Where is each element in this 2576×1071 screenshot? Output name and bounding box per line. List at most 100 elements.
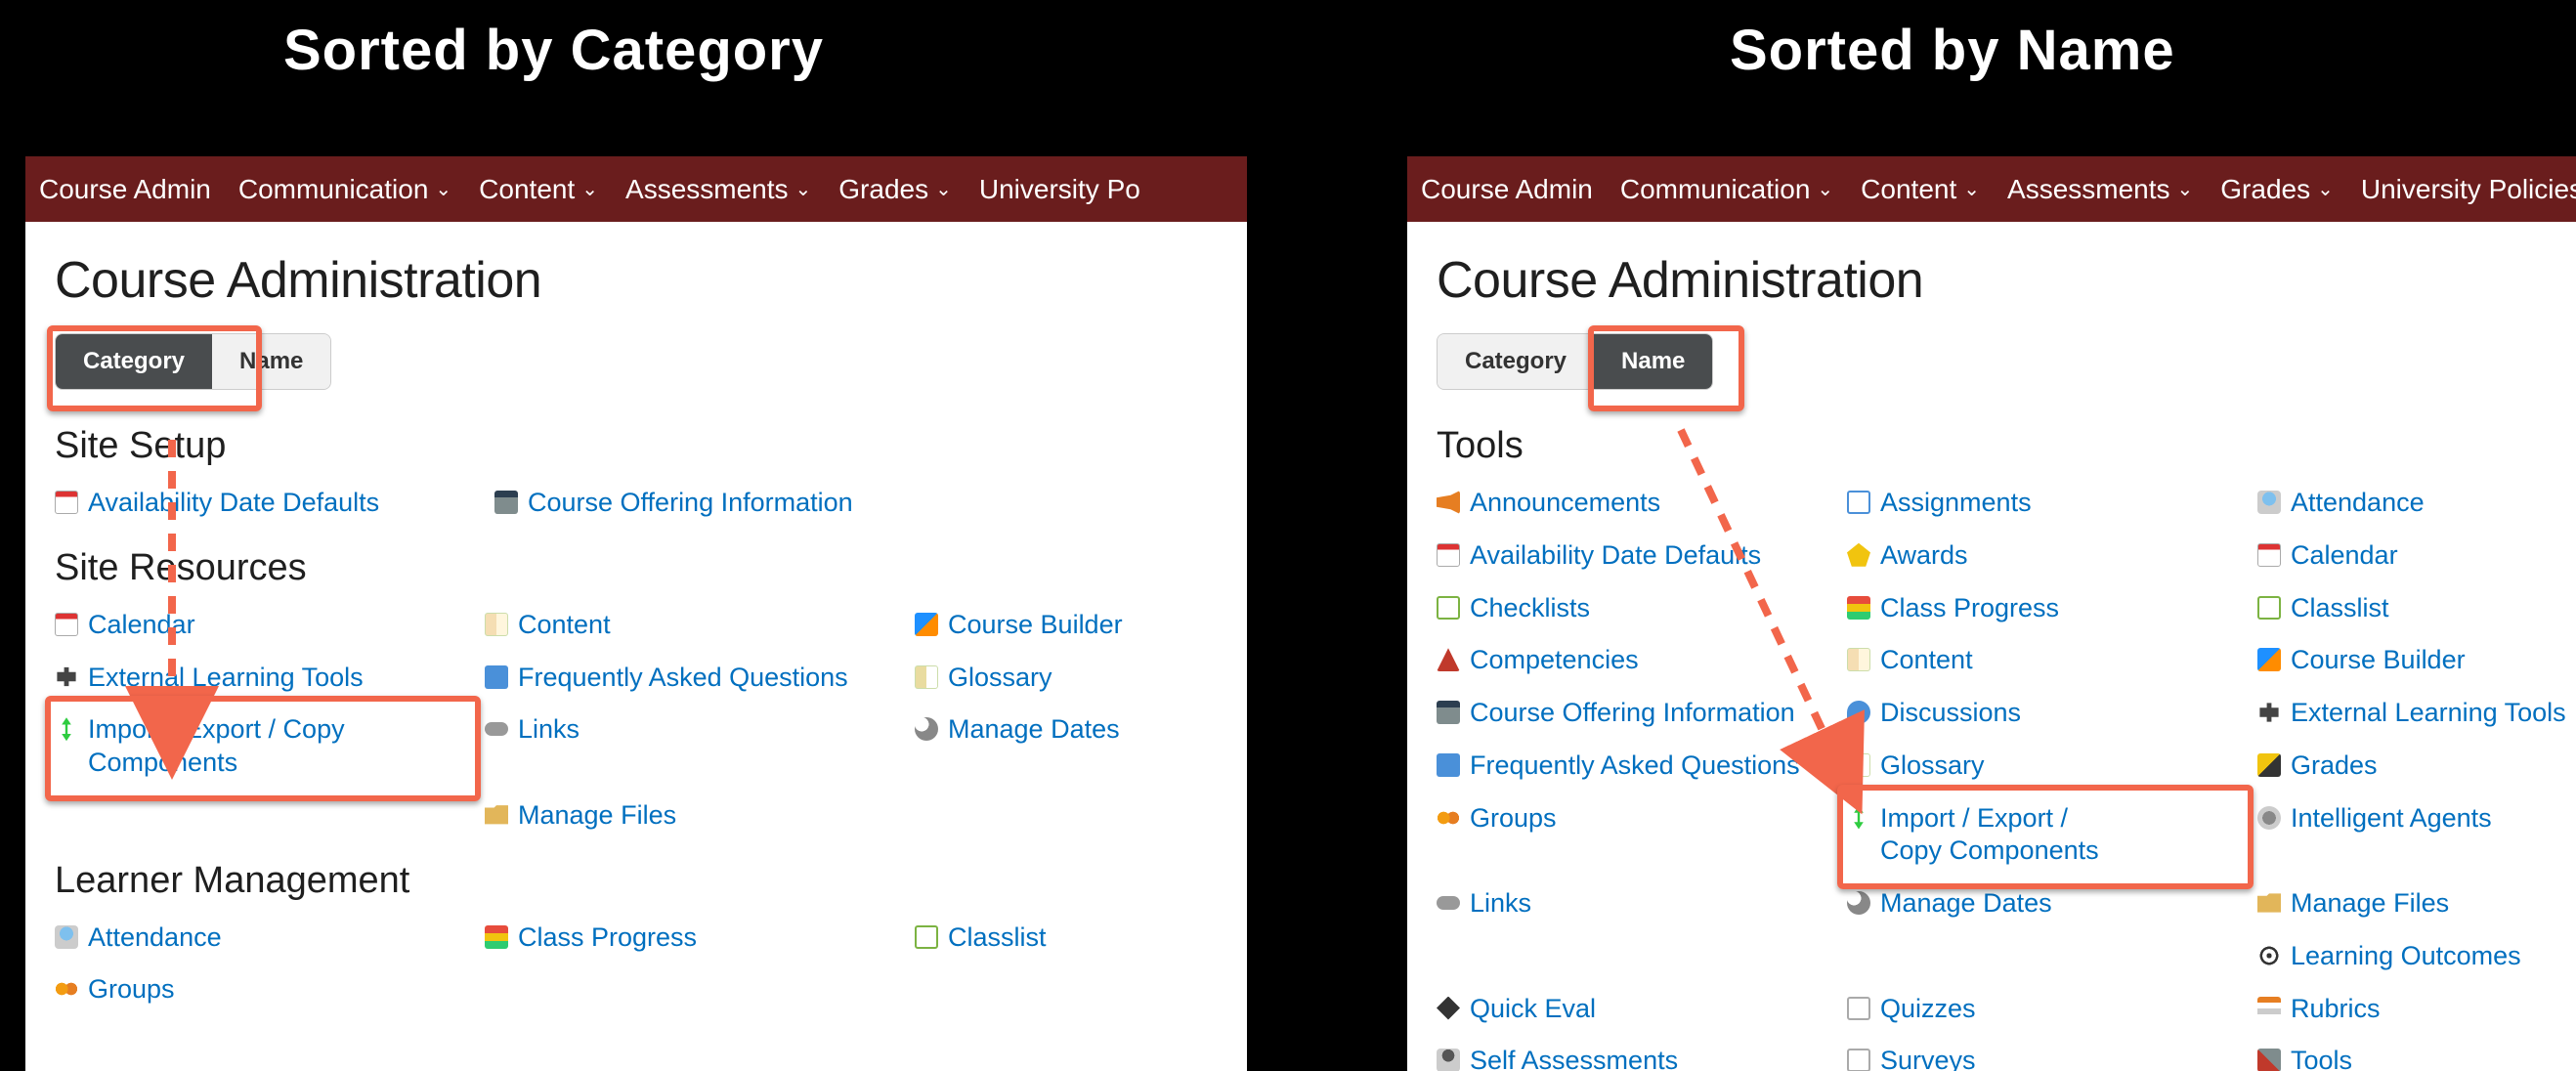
link-grid: Attendance Class Progress Classlist Groups [55,912,1218,1017]
tool-link-manage-dates[interactable]: Manage Dates [948,713,1120,747]
tool-link-row: Announcements [1437,477,1847,530]
nav-grades[interactable]: Grades⌄ [2220,174,2334,205]
section-title: Site Resources [55,547,1218,589]
nav-label: Assessments [2007,174,2170,205]
tool-link-availability-date-defaults[interactable]: Availability Date Defaults [88,487,379,520]
tool-link-course-offering-information[interactable]: Course Offering Information [528,487,853,520]
nav-assessments[interactable]: Assessments⌄ [625,174,811,205]
tool-link-attendance[interactable]: Attendance [88,921,222,955]
tool-link-row: Intelligent Agents [2257,793,2576,878]
section-title: Site Setup [55,425,1218,467]
tool-link-external-learning-tools[interactable]: External Learning Tools [88,662,364,695]
tool-link-external-learning-tools[interactable]: External Learning Tools [2291,697,2566,730]
nav-grades[interactable]: Grades⌄ [838,174,952,205]
tool-link-import-export-copy-components[interactable]: Import / Export / Copy Components [88,713,420,780]
tool-link-grades[interactable]: Grades [2291,750,2378,783]
nav-course-admin[interactable]: Course Admin [39,174,211,205]
tool-link-manage-files[interactable]: Manage Files [2291,887,2449,921]
tool-link-course-builder[interactable]: Course Builder [948,609,1123,642]
nav-label: Communication [1620,174,1811,205]
tool-link-import-export-copy-components[interactable]: Import / Export / Copy Components [1880,802,2134,869]
tool-link-calendar[interactable]: Calendar [88,609,195,642]
tool-link-awards[interactable]: Awards [1880,539,1968,573]
nav-university-policies[interactable]: University Policies⌄ [2361,174,2576,205]
tool-link-frequently-asked-questions[interactable]: Frequently Asked Questions [1470,750,1800,783]
tool-link-intelligent-agents[interactable]: Intelligent Agents [2291,802,2492,835]
nav-university-policies[interactable]: University Po [979,174,1140,205]
tool-link-class-progress[interactable]: Class Progress [518,921,697,955]
nav-label: Content [479,174,575,205]
nav-course-admin[interactable]: Course Admin [1421,174,1593,205]
sort-toggle: Category Name [1437,333,1713,390]
tool-link-quizzes[interactable]: Quizzes [1880,993,1976,1026]
tool-link-self-assessments[interactable]: Self Assessments [1470,1045,1678,1071]
tool-link-groups[interactable]: Groups [88,973,175,1007]
tool-link-learning-outcomes[interactable]: Learning Outcomes [2291,940,2521,973]
tool-link-checklists[interactable]: Checklists [1470,592,1590,625]
nav-communication[interactable]: Communication⌄ [238,174,451,205]
nav-assessments[interactable]: Assessments⌄ [2007,174,2193,205]
tool-link-row: Learning Outcomes [2257,930,2576,983]
tool-link-quick-eval[interactable]: Quick Eval [1470,993,1596,1026]
tool-link-row: External Learning Tools [2257,687,2576,740]
ic-ext-icon [2257,701,2281,724]
tool-link-competencies[interactable]: Competencies [1470,644,1639,677]
ic-files-icon [485,803,508,827]
tool-link-classlist[interactable]: Classlist [2291,592,2389,625]
toggle-name[interactable]: Name [212,334,330,389]
tool-link-row: Manage Files [485,790,915,842]
ic-groups-icon [55,977,78,1001]
tool-link-classlist[interactable]: Classlist [948,921,1047,955]
link-grid: Calendar Content Course Builder External Le… [55,599,1218,842]
tool-link-row: Groups [1437,793,1847,878]
tool-link-course-offering-information[interactable]: Course Offering Information [1470,697,1795,730]
ic-import-icon [1847,806,1870,830]
tool-link-announcements[interactable]: Announcements [1470,487,1660,520]
tool-link-row: Classlist [2257,582,2576,635]
nav-content[interactable]: Content⌄ [479,174,598,205]
ic-check-icon [1437,596,1460,620]
tool-link-row: Glossary [1847,740,2257,793]
ic-groups-icon [1437,806,1460,830]
tool-link-availability-date-defaults[interactable]: Availability Date Defaults [1470,539,1761,573]
nav-content[interactable]: Content⌄ [1861,174,1980,205]
tool-link-groups[interactable]: Groups [1470,802,1557,835]
tool-link-discussions[interactable]: Discussions [1880,697,2021,730]
tool-link-content[interactable]: Content [518,609,611,642]
ic-assign-icon [1847,491,1870,514]
tool-link-course-builder[interactable]: Course Builder [2291,644,2466,677]
toggle-category[interactable]: Category [56,334,212,389]
tool-link-links[interactable]: Links [518,713,580,747]
tool-link-attendance[interactable]: Attendance [2291,487,2425,520]
ic-links-icon [485,722,508,736]
ic-disc-icon [1847,701,1870,724]
tool-link-content[interactable]: Content [1880,644,1973,677]
tool-link-row: Self Assessments [1437,1035,1847,1071]
page-title: Course Administration [1437,251,2547,310]
caption-right: Sorted by Name [1730,18,2175,83]
toggle-category[interactable]: Category [1438,334,1594,389]
tool-link-links[interactable]: Links [1470,887,1531,921]
nav-communication[interactable]: Communication⌄ [1620,174,1833,205]
tool-link-glossary[interactable]: Glossary [1880,750,1985,783]
tool-link-row: Quizzes [1847,983,2257,1036]
ic-attendance-icon [2257,491,2281,514]
tool-link-manage-dates[interactable]: Manage Dates [1880,887,2052,921]
ic-comp-icon [1437,648,1460,671]
tool-link-calendar[interactable]: Calendar [2291,539,2398,573]
toggle-name[interactable]: Name [1594,334,1712,389]
tool-link-frequently-asked-questions[interactable]: Frequently Asked Questions [518,662,848,695]
tool-link-manage-files[interactable]: Manage Files [518,799,676,833]
tool-link-rubrics[interactable]: Rubrics [2291,993,2381,1026]
tool-link-surveys[interactable]: Surveys [1880,1045,1976,1071]
tool-link-assignments[interactable]: Assignments [1880,487,2032,520]
ic-quiz-icon [1847,997,1870,1020]
tool-link-glossary[interactable]: Glossary [948,662,1052,695]
nav-label: Course Admin [1421,174,1593,205]
tool-link-row: Links [485,704,915,790]
tool-link-row: Grades [2257,740,2576,793]
tool-link-tools[interactable]: Tools [2291,1045,2352,1071]
tool-link-class-progress[interactable]: Class Progress [1880,592,2059,625]
chevron-down-icon: ⌄ [435,177,451,201]
chevron-down-icon: ⌄ [1963,177,1980,201]
